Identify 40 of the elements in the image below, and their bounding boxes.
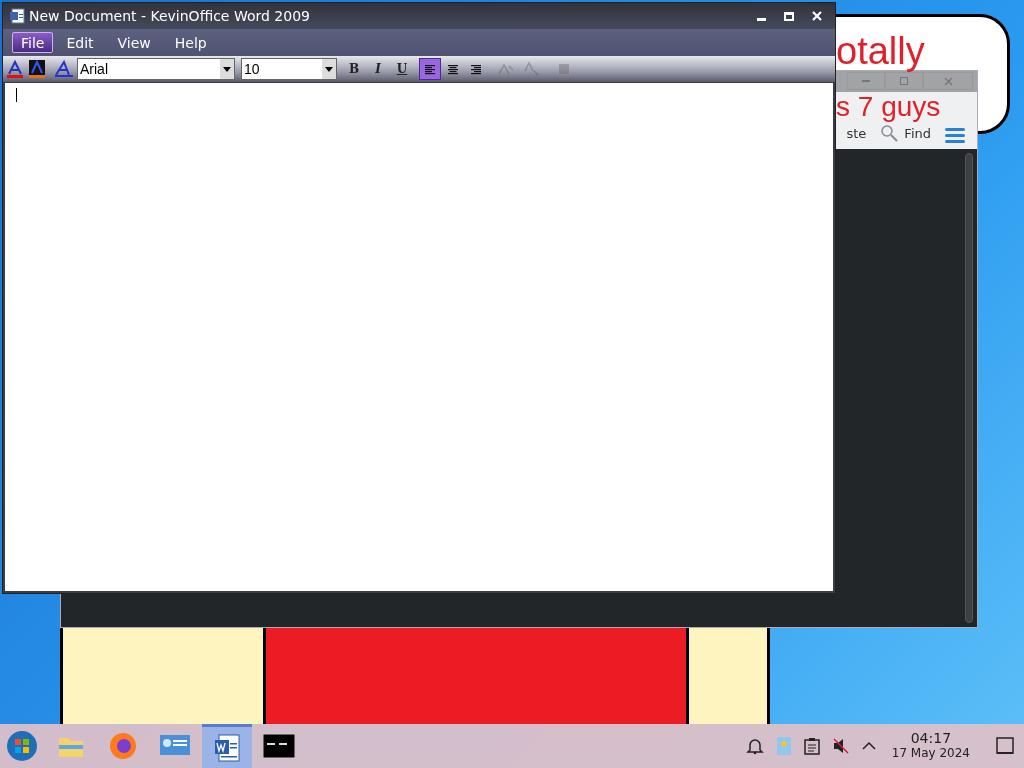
menu-item[interactable]: Edit [55, 32, 105, 53]
bell-icon[interactable] [745, 737, 764, 755]
format-button[interactable]: U [391, 58, 413, 80]
browser-icon [108, 731, 138, 761]
menu-item[interactable]: View [106, 32, 162, 53]
scrollbar[interactable] [965, 153, 973, 623]
show-desktop-icon[interactable] [996, 737, 1014, 755]
highlight-color-icon[interactable] [27, 59, 47, 79]
text-cursor [16, 88, 17, 102]
font-style-icon[interactable] [53, 59, 75, 79]
window-title: New Document - KevinOffice Word 2009 [29, 6, 311, 26]
dropdown-icon [322, 59, 336, 79]
bubble-text: otally [836, 32, 925, 70]
find-button[interactable]: Find [880, 123, 931, 143]
align-icon [447, 63, 459, 75]
terminal-icon [263, 733, 295, 759]
align-icon [470, 63, 482, 75]
document-icon [213, 732, 241, 763]
muted-speaker-icon[interactable] [831, 737, 850, 755]
bubble-text: s 7 guys [836, 92, 941, 122]
font-color-icon[interactable] [5, 59, 25, 79]
close-icon [812, 11, 822, 21]
toolbar-label[interactable]: ste [846, 123, 867, 143]
align-icon [424, 63, 436, 75]
dropdown-icon [220, 59, 234, 79]
font-select[interactable]: Arial [77, 58, 235, 80]
menu-item[interactable]: Help [163, 32, 218, 53]
menu-button[interactable] [945, 128, 965, 143]
format-button[interactable]: I [367, 58, 389, 80]
menu-item[interactable]: File [12, 32, 54, 53]
size-select[interactable]: 10 [241, 58, 337, 80]
taskbar-app-button[interactable] [202, 724, 252, 768]
format-button[interactable]: B [343, 58, 365, 80]
document-icon [9, 8, 25, 24]
search-icon [880, 124, 899, 143]
close-icon [943, 76, 953, 86]
start-orb-icon [6, 730, 38, 762]
clipboard-icon[interactable] [803, 737, 820, 755]
chevron-up-icon[interactable] [861, 741, 876, 751]
clock[interactable]: 04:17 17 May 2024 [887, 731, 974, 761]
